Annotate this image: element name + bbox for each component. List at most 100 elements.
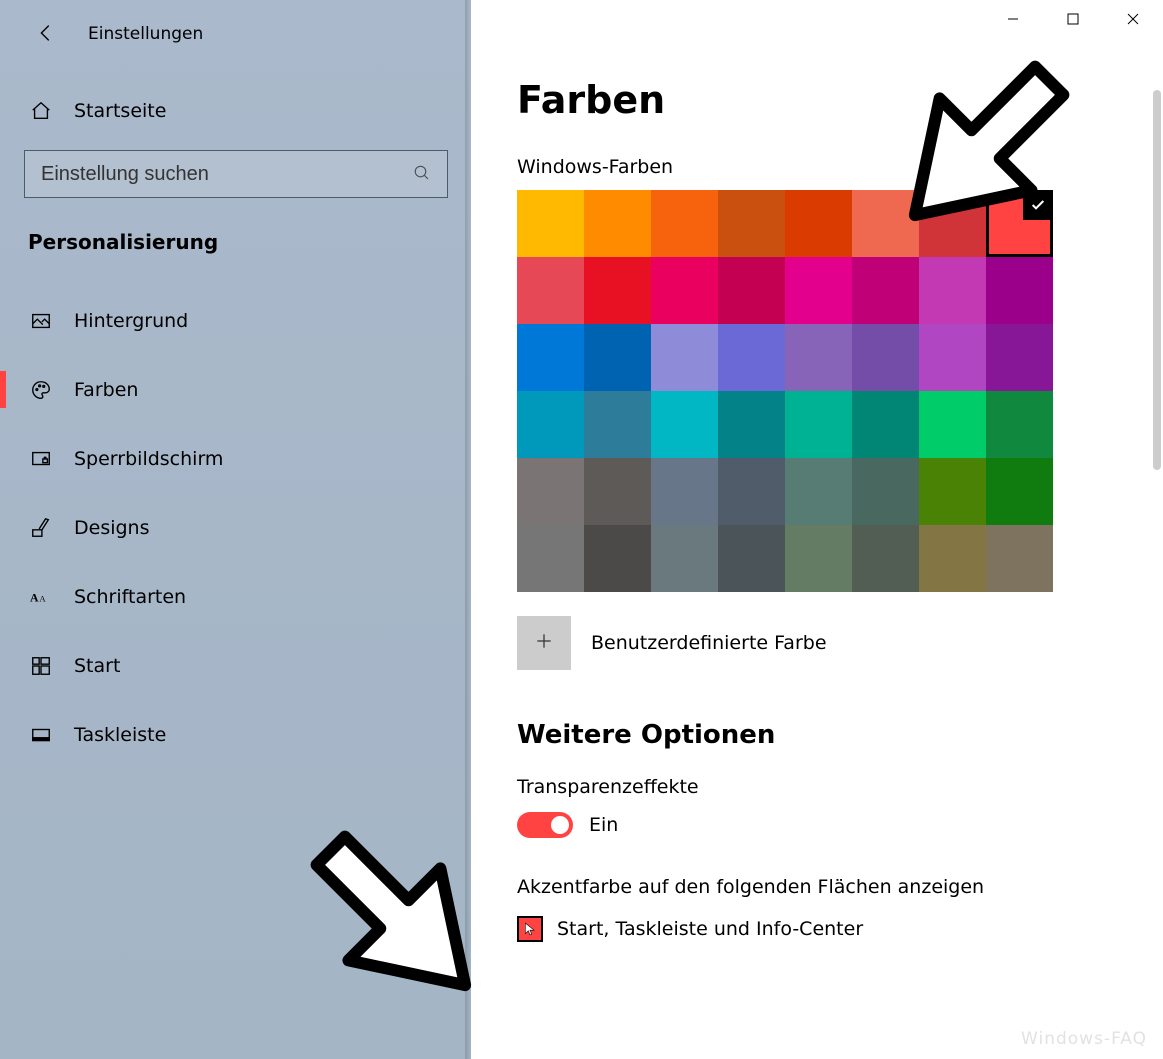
- page-title: Farben: [517, 78, 1163, 122]
- titlebar-controls: [983, 0, 1163, 40]
- accent-start-taskbar-label: Start, Taskleiste und Info-Center: [557, 918, 863, 940]
- palette-icon: [30, 379, 52, 401]
- color-swatch[interactable]: [584, 190, 651, 257]
- sidebar-home-label: Startseite: [74, 100, 166, 122]
- sidebar-home[interactable]: Startseite: [0, 86, 471, 136]
- content-area: Farben Windows-Farben Benutzerdefinierte…: [471, 0, 1163, 1059]
- color-swatch[interactable]: [852, 458, 919, 525]
- color-swatch[interactable]: [919, 190, 986, 257]
- taskbar-icon: [30, 724, 52, 746]
- sidebar-item-hintergrund[interactable]: Hintergrund: [0, 286, 471, 355]
- color-swatch[interactable]: [651, 324, 718, 391]
- color-swatch[interactable]: [584, 458, 651, 525]
- sidebar-item-farben[interactable]: Farben: [0, 355, 471, 424]
- sidebar-item-sperrbildschirm[interactable]: Sperrbildschirm: [0, 424, 471, 493]
- scrollbar-thumb[interactable]: [1153, 90, 1161, 470]
- sidebar-item-label: Designs: [74, 517, 150, 539]
- transparency-label: Transparenzeffekte: [517, 776, 1163, 798]
- color-swatch[interactable]: [517, 190, 584, 257]
- color-swatch[interactable]: [785, 458, 852, 525]
- color-swatch[interactable]: [718, 257, 785, 324]
- minimize-icon: [1007, 11, 1019, 29]
- plus-icon: [534, 631, 554, 655]
- color-swatch[interactable]: [718, 324, 785, 391]
- color-swatch[interactable]: [919, 257, 986, 324]
- sidebar-item-label: Hintergrund: [74, 310, 188, 332]
- checkmark-icon: [1023, 190, 1053, 220]
- minimize-button[interactable]: [983, 0, 1043, 40]
- svg-text:A: A: [39, 593, 46, 603]
- color-swatch[interactable]: [651, 458, 718, 525]
- arrow-left-icon: [35, 22, 57, 47]
- color-swatch[interactable]: [517, 525, 584, 592]
- window-title: Einstellungen: [88, 24, 203, 44]
- color-swatch[interactable]: [584, 391, 651, 458]
- color-swatch[interactable]: [718, 458, 785, 525]
- close-button[interactable]: [1103, 0, 1163, 40]
- maximize-button[interactable]: [1043, 0, 1103, 40]
- color-swatch[interactable]: [852, 391, 919, 458]
- color-swatch[interactable]: [651, 190, 718, 257]
- color-swatch[interactable]: [986, 190, 1053, 257]
- color-swatch[interactable]: [517, 324, 584, 391]
- color-swatch[interactable]: [986, 257, 1053, 324]
- color-swatch[interactable]: [718, 525, 785, 592]
- color-swatch[interactable]: [919, 324, 986, 391]
- color-swatch[interactable]: [584, 324, 651, 391]
- sidebar-item-designs[interactable]: Designs: [0, 493, 471, 562]
- color-swatch[interactable]: [584, 525, 651, 592]
- lockscreen-icon: [30, 448, 52, 470]
- sidebar-item-taskleiste[interactable]: Taskleiste: [0, 700, 471, 769]
- back-button[interactable]: [26, 14, 66, 54]
- color-swatch[interactable]: [785, 257, 852, 324]
- cursor-icon: [523, 922, 537, 936]
- color-swatch[interactable]: [785, 190, 852, 257]
- color-swatch[interactable]: [584, 257, 651, 324]
- color-swatch[interactable]: [517, 257, 584, 324]
- search-input[interactable]: [39, 162, 413, 187]
- sidebar-nav: Hintergrund Farben Sperrbildschirm Desig…: [0, 286, 471, 769]
- more-options-title: Weitere Optionen: [517, 720, 1163, 750]
- sidebar-item-label: Farben: [74, 379, 138, 401]
- color-swatch[interactable]: [651, 525, 718, 592]
- color-swatch[interactable]: [785, 324, 852, 391]
- close-icon: [1127, 11, 1139, 29]
- color-swatch[interactable]: [852, 324, 919, 391]
- color-swatch[interactable]: [986, 458, 1053, 525]
- color-swatch[interactable]: [517, 458, 584, 525]
- color-swatch[interactable]: [651, 257, 718, 324]
- color-swatch[interactable]: [919, 525, 986, 592]
- accent-surfaces-label: Akzentfarbe auf den folgenden Flächen an…: [517, 876, 1163, 898]
- accent-start-taskbar-checkbox[interactable]: [517, 916, 543, 942]
- custom-color-label: Benutzerdefinierte Farbe: [591, 632, 827, 654]
- sidebar-item-label: Sperrbildschirm: [74, 448, 223, 470]
- transparency-toggle[interactable]: [517, 812, 573, 838]
- color-swatch[interactable]: [919, 391, 986, 458]
- color-swatch[interactable]: [785, 391, 852, 458]
- svg-text:A: A: [30, 591, 39, 604]
- color-swatch[interactable]: [651, 391, 718, 458]
- sidebar-item-label: Start: [74, 655, 120, 677]
- start-icon: [30, 655, 52, 677]
- color-swatch[interactable]: [852, 257, 919, 324]
- color-swatch[interactable]: [986, 324, 1053, 391]
- fonts-icon: AA: [30, 586, 52, 608]
- sidebar-item-start[interactable]: Start: [0, 631, 471, 700]
- custom-color-button[interactable]: [517, 616, 571, 670]
- color-swatch[interactable]: [852, 190, 919, 257]
- home-icon: [30, 100, 52, 122]
- color-swatch[interactable]: [517, 391, 584, 458]
- transparency-state-label: Ein: [589, 814, 618, 836]
- sidebar-item-label: Schriftarten: [74, 586, 186, 608]
- color-swatch[interactable]: [919, 458, 986, 525]
- search-icon: [413, 164, 433, 184]
- color-swatch[interactable]: [852, 525, 919, 592]
- color-swatch[interactable]: [718, 190, 785, 257]
- color-swatch[interactable]: [718, 391, 785, 458]
- color-swatch[interactable]: [785, 525, 852, 592]
- search-box[interactable]: [24, 150, 448, 198]
- color-swatch[interactable]: [986, 391, 1053, 458]
- color-swatch[interactable]: [986, 525, 1053, 592]
- sidebar-item-schriftarten[interactable]: AA Schriftarten: [0, 562, 471, 631]
- sidebar: Einstellungen Startseite Personalisierun…: [0, 0, 471, 1059]
